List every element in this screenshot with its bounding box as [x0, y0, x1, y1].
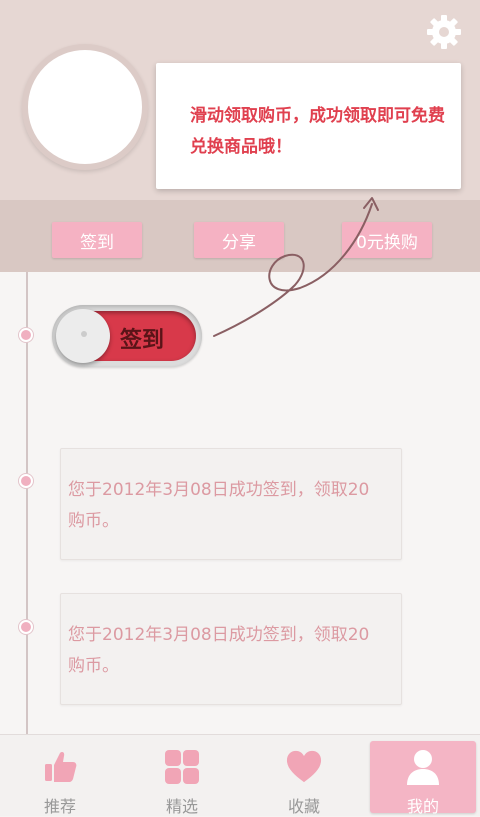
grid-icon — [164, 749, 200, 785]
checkin-button[interactable]: 签到 — [52, 222, 142, 258]
tab-label: 收藏 — [287, 797, 320, 816]
tab-favorites[interactable]: 收藏 — [244, 741, 364, 816]
action-bar: 签到 分享 0元换购 — [0, 200, 480, 272]
tab-label: 我的 — [406, 797, 439, 816]
bottom-tab-bar: 推荐 精选 收藏 我的 — [0, 734, 480, 816]
tab-mine[interactable]: 我的 — [370, 741, 476, 816]
checkin-record-text: 您于2012年3月08日成功签到，领取20购币。 — [68, 480, 370, 531]
tab-label: 推荐 — [43, 797, 76, 816]
thumbs-up-icon — [42, 749, 78, 785]
gear-icon — [427, 15, 461, 49]
timeline-dot — [19, 620, 33, 634]
checkin-record-card: 您于2012年3月08日成功签到，领取20购币。 — [60, 448, 402, 560]
heart-icon — [286, 749, 322, 785]
user-icon — [405, 749, 441, 785]
tab-featured[interactable]: 精选 — [122, 741, 242, 816]
checkin-record-text: 您于2012年3月08日成功签到，领取20购币。 — [68, 625, 370, 676]
timeline-dot — [19, 474, 33, 488]
tab-label: 精选 — [165, 797, 198, 816]
tip-card: 滑动领取购币，成功领取即可免费兑换商品哦！ — [156, 63, 461, 189]
checkin-record-card: 您于2012年3月08日成功签到，领取20购币。 — [60, 593, 402, 705]
checkin-slide-toggle[interactable]: 签到 — [52, 305, 202, 367]
avatar[interactable] — [22, 44, 148, 170]
share-button[interactable]: 分享 — [194, 222, 284, 258]
timeline-dot — [19, 328, 33, 342]
toggle-label: 签到 — [120, 328, 165, 353]
toggle-knob[interactable] — [56, 309, 110, 363]
zero-yuan-exchange-button[interactable]: 0元换购 — [342, 222, 432, 258]
tab-recommend[interactable]: 推荐 — [0, 741, 120, 816]
tip-text: 滑动领取购币，成功领取即可免费兑换商品哦！ — [190, 106, 445, 157]
settings-button[interactable] — [424, 12, 464, 52]
